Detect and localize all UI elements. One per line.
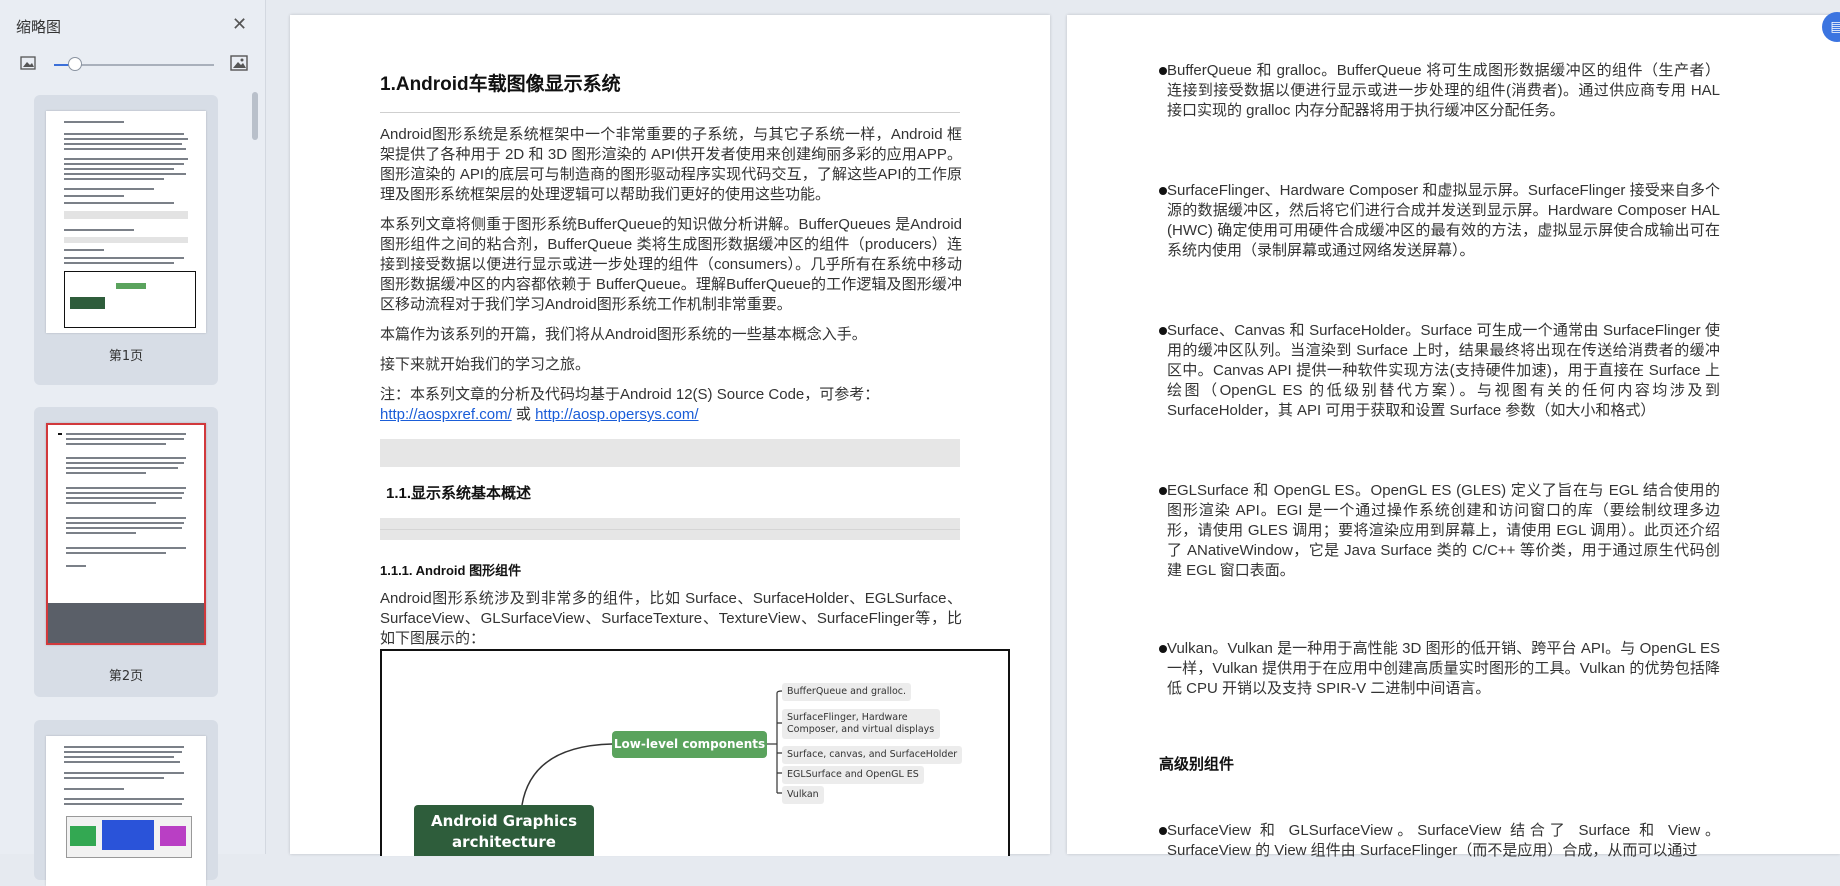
- section-heading: 高级别组件: [1159, 756, 1235, 773]
- diagram-leaf: SurfaceFlinger, Hardware Composer, and v…: [782, 709, 940, 739]
- diagram-leaf: Surface, canvas, and SurfaceHolder: [782, 746, 963, 764]
- thumbnail-sidebar: 缩略图 ✕ 第1页 第2页: [0, 0, 266, 886]
- bullet-dot: [1159, 67, 1167, 75]
- bullet-item: SurfaceFlinger、Hardware Composer 和虚拟显示屏。…: [1167, 182, 1720, 259]
- close-icon[interactable]: ✕: [232, 14, 247, 35]
- paragraph: 本系列文章将侧重于图形系统BufferQueue的知识做分析讲解。BufferQ…: [380, 216, 962, 313]
- thumbnail-page-image: [46, 423, 206, 645]
- divider: [380, 529, 960, 530]
- diagram-root-node: Android Graphics architecture: [414, 805, 594, 856]
- image-small-icon[interactable]: [20, 56, 36, 70]
- note-paragraph: 注：本系列文章的分析及代码均基于Android 12(S) Source Cod…: [380, 385, 962, 425]
- paragraph: Android图形系统涉及到非常多的组件，比如 Surface、SurfaceH…: [380, 590, 962, 647]
- bullet-item: Vulkan。Vulkan 是一种用于高性能 3D 图形的低开销、跨平台 API…: [1167, 640, 1720, 697]
- thumbnail-page-1[interactable]: 第1页: [34, 95, 218, 385]
- diagram-leaf: Vulkan: [782, 786, 824, 804]
- thumbnail-page-3[interactable]: [34, 720, 218, 886]
- bullet-dot: [1159, 187, 1167, 195]
- diagram-low-level-node: Low-level components: [612, 731, 767, 758]
- bullet-item: Surface、Canvas 和 SurfaceHolder。Surface 可…: [1167, 322, 1720, 419]
- bullet-dot: [1159, 327, 1167, 335]
- thumbnail-page-image: [46, 111, 206, 333]
- bullet-dot: [1159, 487, 1167, 495]
- paragraph: 接下来就开始我们的学习之旅。: [380, 356, 591, 373]
- zoom-slider-handle[interactable]: [67, 57, 82, 71]
- bullet-item: SurfaceView 和 GLSurfaceView。SurfaceView …: [1167, 822, 1720, 859]
- document-page-2: BufferQueue 和 gralloc。BufferQueue 将可生成图形…: [1067, 15, 1840, 859]
- diagram-leaf: BufferQueue and gralloc.: [782, 683, 912, 701]
- diagram-leaf: EGLSurface and OpenGL ES: [782, 766, 924, 784]
- opersys-link[interactable]: http://aosp.opersys.com/: [535, 406, 698, 423]
- bullet-item: BufferQueue 和 gralloc。BufferQueue 将可生成图形…: [1167, 62, 1720, 119]
- paragraph: 本篇作为该系列的开篇，我们将从Android图形系统的一些基本概念入手。: [380, 326, 867, 343]
- bullet-dot: [1159, 645, 1167, 653]
- paragraph: Android图形系统是系统框架中一个非常重要的子系统，与其它子系统一样，And…: [380, 126, 962, 203]
- or-text: 或: [515, 406, 531, 423]
- sidebar-scrollbar[interactable]: [252, 92, 258, 140]
- thumbnail-page-2[interactable]: 第2页: [34, 407, 218, 697]
- thumbnail-page-image: [46, 736, 206, 886]
- image-large-icon[interactable]: [230, 55, 248, 71]
- sidebar-title: 缩略图: [16, 18, 62, 36]
- aospxref-link[interactable]: http://aospxref.com/: [380, 406, 512, 423]
- subsection-heading: 1.1.1. Android 图形组件: [380, 563, 522, 578]
- bullet-dot: [1159, 827, 1167, 835]
- note-text: 注：本系列文章的分析及代码均基于Android 12(S) Source Cod…: [380, 386, 880, 403]
- page-title: 1.Android车载图像显示系统: [380, 74, 621, 95]
- document-page-1: 1.Android车载图像显示系统 Android图形系统是系统框架中一个非常重…: [290, 15, 1050, 856]
- thumbnail-label: 第1页: [108, 349, 144, 364]
- divider: [380, 112, 960, 113]
- bullet-item: EGLSurface 和 OpenGL ES。OpenGL ES (GLES) …: [1167, 482, 1720, 579]
- graphics-architecture-diagram: Android Graphics architecture Low-level …: [380, 649, 1010, 856]
- thumbnail-label: 第2页: [108, 669, 144, 684]
- code-band: [380, 439, 960, 467]
- section-heading: 1.1.显示系统基本概述: [386, 485, 532, 502]
